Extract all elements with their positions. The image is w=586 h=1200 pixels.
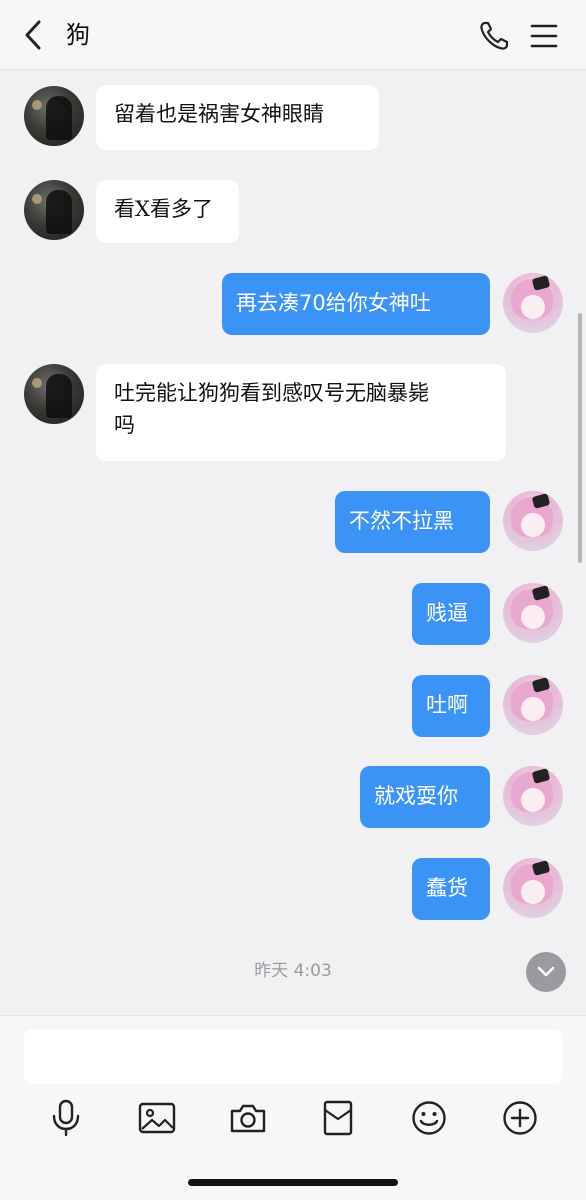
message-bubble-received[interactable]: 留着也是祸害女神眼睛 <box>96 85 379 150</box>
more-button[interactable] <box>500 1098 540 1138</box>
chevron-left-icon <box>25 20 41 50</box>
voice-input-button[interactable] <box>46 1098 86 1138</box>
chat-title: 狗 <box>66 21 90 49</box>
emoji-button[interactable] <box>409 1098 449 1138</box>
menu-button[interactable] <box>526 18 562 54</box>
message-bubble-sent[interactable]: 不然不拉黑 <box>335 491 490 553</box>
image-button[interactable] <box>137 1098 177 1138</box>
plus-icon <box>503 1101 537 1135</box>
back-button[interactable] <box>16 18 50 52</box>
contact-avatar[interactable] <box>24 180 84 240</box>
scrollbar[interactable] <box>578 313 582 563</box>
hamburger-menu-icon <box>530 24 558 48</box>
chat-header: 狗 <box>0 0 586 70</box>
message-input[interactable] <box>24 1029 562 1084</box>
emoji-icon <box>412 1101 446 1135</box>
contact-avatar[interactable] <box>24 86 84 146</box>
contact-avatar[interactable] <box>24 364 84 424</box>
message-timestamp: 昨天 4:03 <box>254 961 332 981</box>
red-packet-icon <box>323 1100 353 1136</box>
my-avatar[interactable] <box>503 273 563 333</box>
voice-call-button[interactable] <box>476 18 512 54</box>
chevron-down-icon <box>537 966 555 977</box>
microphone-icon <box>52 1099 80 1137</box>
home-indicator <box>188 1179 398 1186</box>
my-avatar[interactable] <box>503 858 563 918</box>
message-list[interactable]: 留着也是祸害女神眼睛 看X看多了 再去凑70给你女神吐 吐完能让狗狗看到感叹号无… <box>0 70 586 1015</box>
scroll-to-bottom-button[interactable] <box>526 952 566 992</box>
camera-button[interactable] <box>228 1098 268 1138</box>
my-avatar[interactable] <box>503 491 563 551</box>
message-bubble-received[interactable]: 看X看多了 <box>96 180 239 243</box>
camera-icon <box>230 1104 266 1133</box>
image-icon <box>138 1102 176 1134</box>
message-bubble-sent[interactable]: 吐啊 <box>412 675 490 737</box>
my-avatar[interactable] <box>503 675 563 735</box>
message-bubble-sent[interactable]: 蠢货 <box>412 858 490 920</box>
my-avatar[interactable] <box>503 766 563 826</box>
message-bubble-sent[interactable]: 再去凑70给你女神吐 <box>222 273 490 335</box>
phone-icon <box>480 21 509 50</box>
message-bubble-sent[interactable]: 就戏耍你 <box>360 766 490 828</box>
my-avatar[interactable] <box>503 583 563 643</box>
message-bubble-received[interactable]: 吐完能让狗狗看到感叹号无脑暴毙 吗 <box>96 364 506 461</box>
message-bubble-sent[interactable]: 贱逼 <box>412 583 490 645</box>
red-packet-button[interactable] <box>318 1098 358 1138</box>
input-panel <box>0 1015 586 1200</box>
